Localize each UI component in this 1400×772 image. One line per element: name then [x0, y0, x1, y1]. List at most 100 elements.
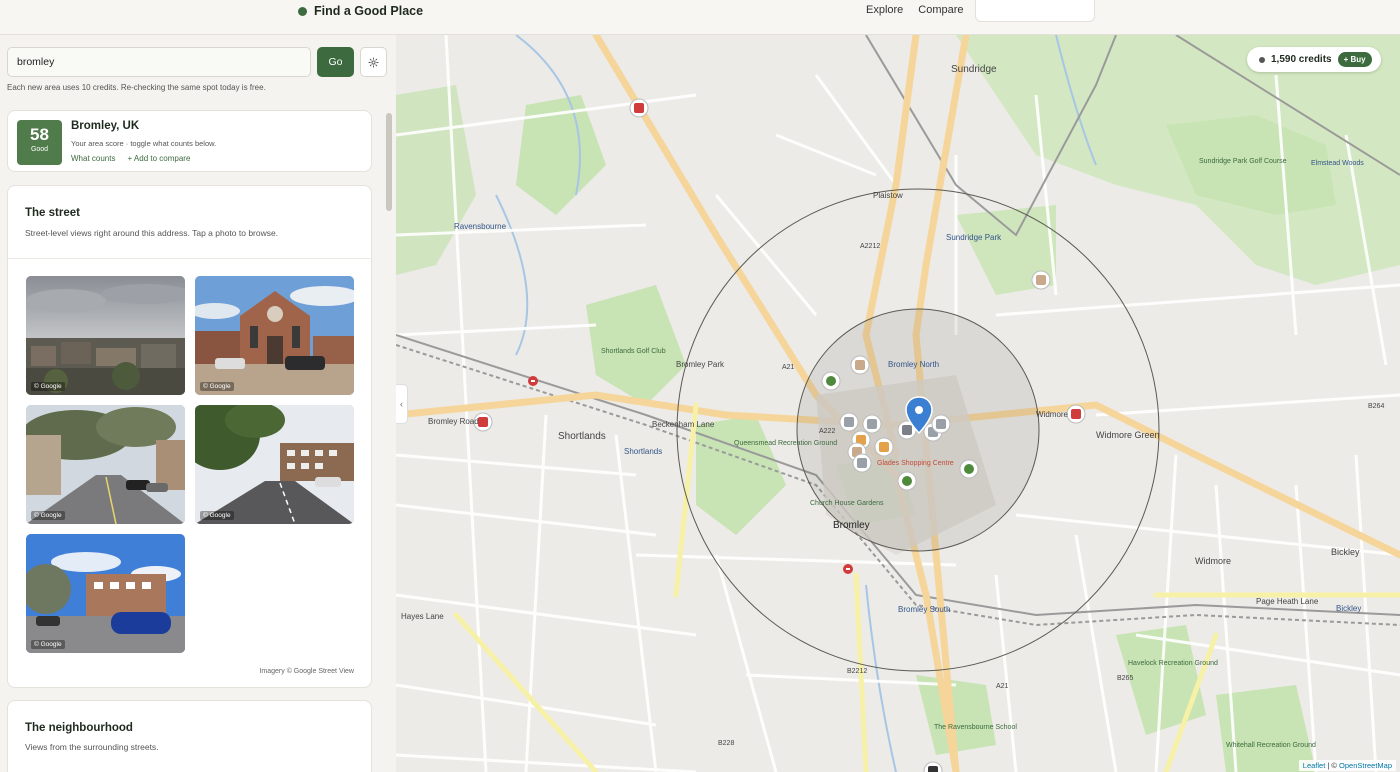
score-grade: Good: [30, 146, 49, 153]
label-widmore-road: Widmore: [1036, 410, 1069, 419]
street-photo-2[interactable]: © Google: [195, 276, 354, 395]
label-ravensbourne: Ravensbourne: [454, 222, 507, 231]
poi-marker[interactable]: [850, 355, 870, 375]
neighbourhood-title: The neighbourhood: [25, 722, 133, 734]
poi-marker[interactable]: [528, 376, 538, 386]
label-widmore-green: Widmore Green: [1096, 430, 1160, 440]
label-sundridge-park: Sundridge Park: [946, 233, 1002, 242]
photo-credit: © Google: [31, 511, 65, 520]
photo-credit: © Google: [200, 511, 234, 520]
leaflet-link[interactable]: Leaflet: [1303, 761, 1326, 770]
credits-pill: 1,590 credits + Buy: [1247, 47, 1381, 72]
credits-dot-icon: [1259, 56, 1265, 63]
street-title: The street: [25, 207, 80, 219]
chevron-left-icon: ‹: [400, 399, 403, 409]
label-plaistow: Plaistow: [873, 191, 903, 200]
label-shortlands: Shortlands: [558, 431, 606, 442]
label-a222: A222: [819, 428, 835, 435]
label-a21-south: A21: [996, 683, 1009, 690]
poi-marker[interactable]: [629, 98, 649, 118]
label-b264: B264: [1368, 403, 1384, 410]
account-box[interactable]: [975, 0, 1095, 22]
street-photo-image: [26, 405, 185, 524]
score-card: 58 Good Bromley, UK Your area score · to…: [7, 110, 372, 172]
search-input[interactable]: [7, 47, 311, 77]
label-shortlands-station: Shortlands: [624, 447, 662, 456]
poi-marker[interactable]: [897, 471, 917, 491]
label-bickley-station: Bickley: [1336, 604, 1361, 613]
street-photo-image: [195, 276, 354, 395]
credits-count: 1,590 credits: [1271, 54, 1332, 65]
attribution-separator: | ©: [1325, 761, 1340, 770]
street-photo-image: [26, 276, 185, 395]
green-dot-icon: [298, 6, 307, 16]
map[interactable]: Sundridge Sundridge Park Bromley North B…: [396, 35, 1400, 772]
brand[interactable]: Find a Good Place: [298, 4, 423, 18]
what-counts-link[interactable]: What counts: [71, 154, 115, 163]
poi-marker[interactable]: [931, 414, 951, 434]
brand-title: Find a Good Place: [314, 4, 424, 18]
label-church-house: Church House Gardens: [810, 500, 884, 507]
label-widmore: Widmore: [1195, 556, 1231, 566]
map-canvas[interactable]: Sundridge Sundridge Park Bromley North B…: [396, 35, 1400, 772]
photo-credit: © Google: [31, 382, 65, 391]
gear-icon: [368, 56, 379, 68]
label-b265: B265: [1117, 675, 1133, 682]
label-queensmead: Queensmead Recreation Ground: [734, 440, 837, 447]
river: [865, 584, 897, 772]
settings-button[interactable]: [360, 47, 387, 77]
label-shortlands-golf: Shortlands Golf Club: [601, 348, 666, 355]
collapse-panel-button[interactable]: ‹: [396, 384, 408, 424]
add-to-compare-link[interactable]: + Add to compare: [127, 154, 190, 163]
credit-hint: Each new area uses 10 credits. Re-checki…: [7, 83, 266, 92]
divider: [8, 258, 371, 259]
neighbourhood-card: The neighbourhood Views from the surroun…: [7, 700, 372, 772]
poi-marker[interactable]: [862, 414, 882, 434]
poi-marker[interactable]: [852, 453, 872, 473]
osm-link[interactable]: OpenStreetMap: [1339, 761, 1392, 770]
label-b228: B228: [718, 740, 734, 747]
top-nav: Explore Compare: [866, 4, 964, 16]
street-card: The street Street-level views right arou…: [7, 185, 372, 688]
poi-marker[interactable]: [1066, 404, 1086, 424]
street-photo-image: [195, 405, 354, 524]
poi-marker[interactable]: [843, 564, 853, 574]
buy-credits-button[interactable]: + Buy: [1337, 52, 1372, 67]
street-photo-4[interactable]: © Google: [195, 405, 354, 524]
poi-marker[interactable]: [839, 412, 859, 432]
label-ravensbourne-school: The Ravensbourne School: [934, 724, 1017, 731]
street-photo-image: [26, 534, 185, 653]
poi-marker[interactable]: [959, 459, 979, 479]
poi-marker[interactable]: [923, 761, 943, 772]
go-button[interactable]: Go: [317, 47, 354, 77]
label-page-heath-lane: Page Heath Lane: [1256, 597, 1319, 606]
nav-compare[interactable]: Compare: [918, 4, 963, 16]
label-bromley-road: Bromley Road: [428, 417, 479, 426]
map-attribution: Leaflet | © OpenStreetMap: [1298, 760, 1396, 771]
nav-explore[interactable]: Explore: [866, 4, 903, 16]
poi-marker[interactable]: [1031, 270, 1051, 290]
search-row: Go: [7, 47, 387, 77]
street-photo-3[interactable]: © Google: [26, 405, 185, 524]
label-elmstead-woods: Elmstead Woods: [1311, 160, 1364, 167]
photo-credit: © Google: [200, 382, 234, 391]
label-sundridge: Sundridge: [951, 64, 997, 75]
score-links: What counts + Add to compare: [71, 154, 190, 163]
panel-scrollbar[interactable]: [386, 113, 392, 211]
street-photo-5[interactable]: © Google: [26, 534, 185, 653]
label-glades: Glades Shopping Centre: [877, 460, 954, 467]
label-bromley-park: Bromley Park: [676, 360, 725, 369]
poi-marker[interactable]: [874, 437, 894, 457]
label-beckenham-lane: Beckenham Lane: [652, 420, 715, 429]
neighbourhood-subtitle: Views from the surrounding streets.: [25, 742, 159, 752]
label-bromley-south: Bromley South: [898, 605, 950, 614]
poi-marker[interactable]: [821, 371, 841, 391]
score-subtitle: Your area score · toggle what counts bel…: [71, 139, 217, 148]
street-subtitle: Street-level views right around this add…: [25, 228, 279, 238]
label-sundridge-golf: Sundridge Park Golf Course: [1199, 158, 1287, 165]
side-panel: Go Each new area uses 10 credits. Re-che…: [0, 35, 396, 772]
label-bromley-north: Bromley North: [888, 360, 939, 369]
place-name: Bromley, UK: [71, 120, 140, 132]
label-bromley: Bromley: [833, 520, 870, 531]
street-photo-1[interactable]: © Google: [26, 276, 185, 395]
